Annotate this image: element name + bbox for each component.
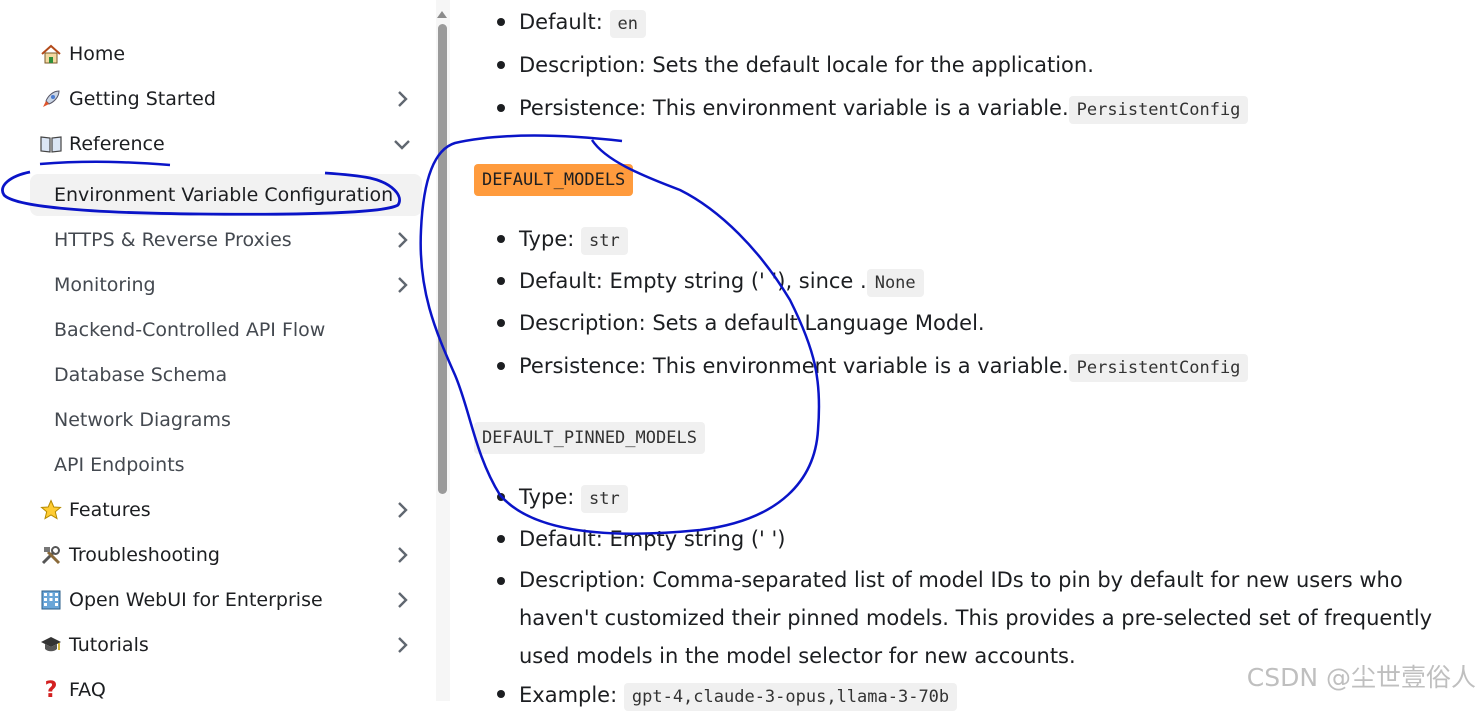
sidebar-item-label: Troubleshooting xyxy=(69,544,220,566)
sidebar-item-label: Monitoring xyxy=(54,274,156,296)
sidebar-item-label: Database Schema xyxy=(54,364,228,386)
sidebar-item-backend-controlled-api-flow[interactable]: Backend-Controlled API Flow xyxy=(30,310,422,350)
chevron-right-icon[interactable] xyxy=(390,498,414,522)
sidebar-item-label: Home xyxy=(69,43,126,65)
default-pinned-models-heading[interactable]: DEFAULT_PINNED_MODELS xyxy=(474,422,705,454)
default-text: Default: Empty string (' '), since . xyxy=(519,269,867,293)
rocket-icon xyxy=(38,87,64,111)
sidebar-item-troubleshooting[interactable]: Troubleshooting xyxy=(30,535,422,575)
chevron-right-icon[interactable] xyxy=(390,633,414,657)
sidebar-item-label: Network Diagrams xyxy=(54,409,231,431)
persistence-text: Persistence: This environment variable i… xyxy=(519,96,1069,120)
sidebar-item-network-diagrams[interactable]: Network Diagrams xyxy=(30,400,422,440)
sidebar-item-label: Reference xyxy=(69,133,165,155)
open-book-icon xyxy=(38,132,64,156)
default-label: Default: xyxy=(519,10,603,34)
default-line: Default: Empty string (' '), since . None xyxy=(519,268,924,297)
sidebar-item-getting-started[interactable]: Getting Started xyxy=(30,79,422,119)
sidebar-item-open-webui-for-enterprise[interactable]: Open WebUI for Enterprise xyxy=(30,580,422,620)
sidebar-item-faq[interactable]: ? FAQ xyxy=(30,670,422,710)
bullet xyxy=(497,235,505,243)
type-line: Type: str xyxy=(519,484,628,513)
sidebar-item-database-schema[interactable]: Database Schema xyxy=(30,355,422,395)
chevron-right-icon[interactable] xyxy=(390,543,414,567)
office-building-icon xyxy=(38,588,64,612)
star-icon xyxy=(38,498,64,522)
watermark: CSDN @尘世壹俗人 xyxy=(1246,663,1476,692)
bullet xyxy=(497,104,505,112)
type-label: Type: xyxy=(519,227,575,251)
description-line: Description: Sets a default Language Mod… xyxy=(519,311,985,335)
persistence-code: PersistentConfig xyxy=(1068,96,1249,124)
sidebar-item-monitoring[interactable]: Monitoring xyxy=(30,265,422,305)
sidebar-item-api-endpoints[interactable]: API Endpoints xyxy=(30,445,422,485)
chevron-down-icon[interactable] xyxy=(390,132,414,156)
sidebar-item-label: Getting Started xyxy=(69,88,216,110)
sidebar-item-tutorials[interactable]: Tutorials xyxy=(30,625,422,665)
house-icon xyxy=(38,42,64,66)
persistence-line: Persistence: This environment variable i… xyxy=(519,353,1249,382)
sidebar-item-features[interactable]: Features xyxy=(30,490,422,530)
bullet xyxy=(497,690,505,698)
persistence-line: Persistence: This environment variable i… xyxy=(519,95,1249,124)
type-code: str xyxy=(581,485,628,513)
sidebar-item-reference[interactable]: Reference xyxy=(30,124,422,164)
default-models-heading[interactable]: DEFAULT_MODELS xyxy=(474,164,634,196)
type-code: str xyxy=(581,227,628,255)
default-code: en xyxy=(609,10,646,38)
sidebar-item-label: HTTPS & Reverse Proxies xyxy=(54,229,292,251)
bullet xyxy=(497,577,505,585)
default-line: Default: Empty string (' ') xyxy=(519,527,786,551)
docs-sidebar: Home Getting Started Reference Environme… xyxy=(0,0,436,703)
example-label: Example: xyxy=(519,683,618,707)
bullet xyxy=(497,18,505,26)
docs-content: Default: en Description: Sets the defaul… xyxy=(450,0,1482,711)
type-label: Type: xyxy=(519,485,575,509)
bullet xyxy=(497,362,505,370)
bullet xyxy=(497,277,505,285)
tools-icon xyxy=(38,543,64,567)
chevron-right-icon[interactable] xyxy=(390,273,414,297)
description-line: Description: Sets the default locale for… xyxy=(519,53,1094,77)
sidebar-item-label: Tutorials xyxy=(69,634,149,656)
bullet xyxy=(497,535,505,543)
sidebar-item-label: Environment Variable Configuration xyxy=(54,184,394,206)
sidebar-item-environment-variable-configuration[interactable]: Environment Variable Configuration xyxy=(30,174,422,216)
default-code: None xyxy=(866,269,924,297)
example-code: gpt-4,claude-3-opus,llama-3-70b xyxy=(623,683,958,711)
bullet xyxy=(497,319,505,327)
sidebar-item-label: Open WebUI for Enterprise xyxy=(69,589,323,611)
bullet xyxy=(497,61,505,69)
persistence-text: Persistence: This environment variable i… xyxy=(519,354,1069,378)
scroll-up-arrow-icon[interactable] xyxy=(437,11,447,18)
chevron-right-icon[interactable] xyxy=(390,588,414,612)
sidebar-item-label: Features xyxy=(69,499,151,521)
type-line: Type: str xyxy=(519,226,628,255)
persistence-code: PersistentConfig xyxy=(1068,354,1249,382)
sidebar-scrollbar-thumb[interactable] xyxy=(438,24,447,494)
question-mark-icon: ? xyxy=(44,677,58,703)
example-line: Example: gpt-4,claude-3-opus,llama-3-70b xyxy=(519,682,958,711)
sidebar-item-label: FAQ xyxy=(69,679,106,701)
sidebar-item-https-reverse-proxies[interactable]: HTTPS & Reverse Proxies xyxy=(30,220,422,260)
bullet xyxy=(497,493,505,501)
sidebar-item-label: Backend-Controlled API Flow xyxy=(54,319,326,341)
sidebar-item-label: API Endpoints xyxy=(54,454,185,476)
sidebar-item-home[interactable]: Home xyxy=(30,34,422,74)
graduation-cap-icon xyxy=(38,633,64,657)
default-line: Default: en xyxy=(519,9,646,38)
chevron-right-icon[interactable] xyxy=(390,87,414,111)
chevron-right-icon[interactable] xyxy=(390,228,414,252)
